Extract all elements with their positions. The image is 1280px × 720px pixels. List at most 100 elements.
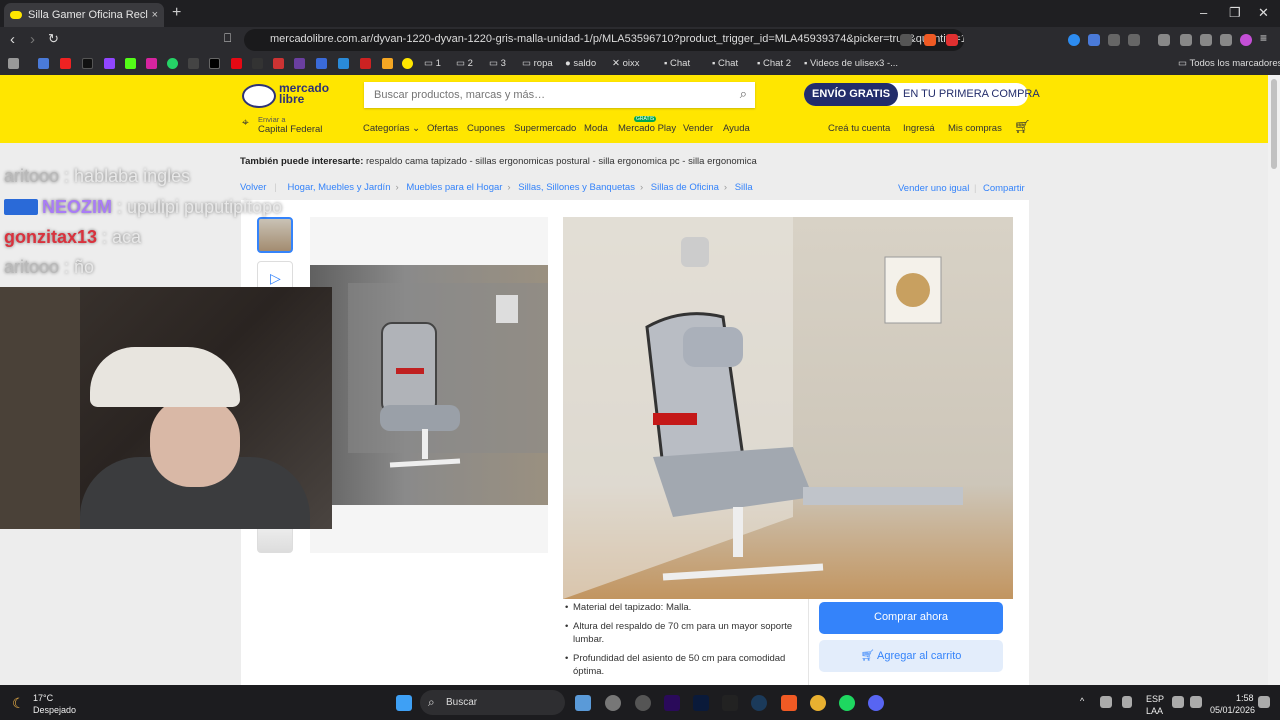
close-window-button[interactable]: ✕	[1258, 5, 1269, 21]
epic-games-icon[interactable]	[722, 695, 738, 711]
weather-desc[interactable]: Despejado	[33, 705, 76, 715]
tiktok-icon[interactable]	[82, 58, 93, 69]
task-view-icon[interactable]	[575, 695, 591, 711]
kick-icon[interactable]	[125, 58, 136, 69]
wallet-icon[interactable]	[1180, 34, 1192, 46]
leo-ai-icon[interactable]	[1200, 34, 1212, 46]
main-product-image[interactable]	[563, 217, 1013, 599]
sidebar-icon[interactable]	[1158, 34, 1170, 46]
apps-grid-icon[interactable]	[8, 58, 19, 69]
delivery-location[interactable]: ⌖ Enviar a Capital Federal	[242, 115, 322, 135]
windows-start-icon[interactable]	[396, 695, 412, 711]
scrollbar-thumb[interactable]	[1271, 79, 1277, 169]
search-icon[interactable]: ⌕	[740, 86, 747, 102]
bookmark-chat-2[interactable]: ▪ Chat	[712, 58, 738, 69]
steam-icon[interactable]	[751, 695, 767, 711]
all-bookmarks-folder[interactable]: ▭ Todos los marcadores	[1178, 58, 1280, 69]
bookmark-favicon-icon[interactable]	[273, 58, 284, 69]
nav-categorias[interactable]: Categorías ⌄	[363, 123, 420, 134]
tray-app-icon[interactable]	[1100, 696, 1112, 708]
bookmark-favicon-icon[interactable]	[382, 58, 393, 69]
bookmark-folder-2[interactable]: ▭ 2	[456, 58, 473, 69]
bookmark-favicon-icon[interactable]	[38, 58, 49, 69]
browser-tab[interactable]: Silla Gamer Oficina Reclinable P ×	[4, 3, 164, 27]
photoshop-icon[interactable]	[693, 695, 709, 711]
related-search-links[interactable]: respaldo cama tapizado - sillas ergonomi…	[366, 156, 757, 167]
profile-avatar[interactable]	[1240, 34, 1252, 46]
network-icon[interactable]	[1172, 696, 1184, 708]
tray-chevron-icon[interactable]: ^	[1080, 696, 1084, 706]
translate-icon[interactable]	[1088, 34, 1100, 46]
zoomed-chair-photo[interactable]	[310, 265, 548, 505]
chrome-icon[interactable]	[810, 695, 826, 711]
premiere-icon[interactable]	[664, 695, 680, 711]
free-shipping-banner[interactable]: ENVÍO GRATIS EN TU PRIMERA COMPRA	[804, 83, 1040, 106]
share-icon[interactable]	[900, 34, 912, 46]
microphone-icon[interactable]	[1122, 696, 1132, 708]
back-arrow-icon[interactable]: ‹	[10, 31, 15, 48]
maximize-button[interactable]: ❐	[1229, 5, 1241, 21]
breadcrumb-item[interactable]: Hogar, Muebles y Jardín	[288, 182, 391, 193]
new-tab-button[interactable]: +	[172, 4, 181, 22]
clock-time[interactable]: 1:58	[1236, 693, 1254, 703]
bookmark-chat-1[interactable]: ▪ Chat	[664, 58, 690, 69]
close-tab-icon[interactable]: ×	[152, 9, 158, 21]
bookmark-icon[interactable]: ⎕	[224, 31, 231, 46]
bookmark-favicon-icon[interactable]	[252, 58, 263, 69]
forward-arrow-icon[interactable]: ›	[30, 31, 35, 48]
spotify-icon[interactable]	[839, 695, 855, 711]
extension-icon[interactable]	[1068, 34, 1080, 46]
cart-icon[interactable]: 🛒︎	[1014, 119, 1031, 135]
brave-rewards-icon[interactable]	[946, 34, 958, 46]
brave-icon[interactable]	[781, 695, 797, 711]
app-icon[interactable]	[635, 695, 651, 711]
create-account-link[interactable]: Creá tu cuenta	[828, 123, 890, 134]
x-twitter-icon[interactable]	[209, 58, 220, 69]
netflix-icon[interactable]	[231, 58, 242, 69]
nav-ofertas[interactable]: Ofertas	[427, 123, 458, 134]
bookmark-folder-3[interactable]: ▭ 3	[489, 58, 506, 69]
nav-supermercado[interactable]: Supermercado	[514, 123, 576, 134]
breadcrumb-item[interactable]: Sillas, Sillones y Banquetas	[518, 182, 635, 193]
buy-now-button[interactable]: Comprar ahora	[819, 602, 1003, 634]
mercadolibre-favicon-icon[interactable]	[402, 58, 413, 69]
my-purchases-link[interactable]: Mis compras	[948, 123, 1002, 134]
bookmark-folder-1[interactable]: ▭ 1	[424, 58, 441, 69]
clock-date[interactable]: 05/01/2026	[1210, 705, 1255, 715]
app-icon[interactable]	[605, 695, 621, 711]
share-link[interactable]: Compartir	[983, 183, 1025, 194]
twitch-icon[interactable]	[104, 58, 115, 69]
nav-cupones[interactable]: Cupones	[467, 123, 505, 134]
extension-icon[interactable]	[1128, 34, 1140, 46]
youtube-icon[interactable]	[60, 58, 71, 69]
bookmark-videos[interactable]: ▪ Videos de ulisex3 -...	[804, 58, 898, 69]
bookmark-favicon-icon[interactable]	[360, 58, 371, 69]
login-link[interactable]: Ingresá	[903, 123, 935, 134]
bookmark-chat-3[interactable]: ▪ Chat 2	[757, 58, 791, 69]
nav-mercado-play[interactable]: Mercado Play	[618, 123, 676, 134]
minimize-button[interactable]: –	[1200, 5, 1207, 20]
language-layout[interactable]: LAA	[1146, 706, 1163, 716]
breadcrumb-item[interactable]: Muebles para el Hogar	[406, 182, 502, 193]
menu-icon[interactable]: ≡	[1260, 31, 1267, 45]
address-bar[interactable]: mercadolibre.com.ar/dyvan-1220-dyvan-122…	[244, 29, 964, 51]
notifications-icon[interactable]	[1258, 696, 1270, 708]
threads-icon[interactable]	[188, 58, 199, 69]
sell-similar-link[interactable]: Vender uno igual	[898, 183, 969, 194]
whatsapp-icon[interactable]	[167, 58, 178, 69]
nav-vender[interactable]: Vender	[683, 123, 713, 134]
search-input[interactable]	[364, 82, 724, 108]
discord-icon[interactable]	[868, 695, 884, 711]
extension-icon[interactable]	[1108, 34, 1120, 46]
bookmark-saldo[interactable]: ● saldo	[565, 58, 596, 69]
thumbnail-image[interactable]	[257, 217, 293, 253]
volume-icon[interactable]	[1190, 696, 1202, 708]
bookmark-favicon-icon[interactable]	[294, 58, 305, 69]
reload-icon[interactable]: ↻	[48, 31, 59, 47]
breadcrumb-item[interactable]: Silla	[735, 182, 753, 193]
bookmark-favicon-icon[interactable]	[316, 58, 327, 69]
back-link[interactable]: Volver	[240, 182, 266, 193]
add-to-cart-button[interactable]: 🛒︎ Agregar al carrito	[819, 640, 1003, 672]
nav-moda[interactable]: Moda	[584, 123, 608, 134]
brave-shield-icon[interactable]	[924, 34, 936, 46]
